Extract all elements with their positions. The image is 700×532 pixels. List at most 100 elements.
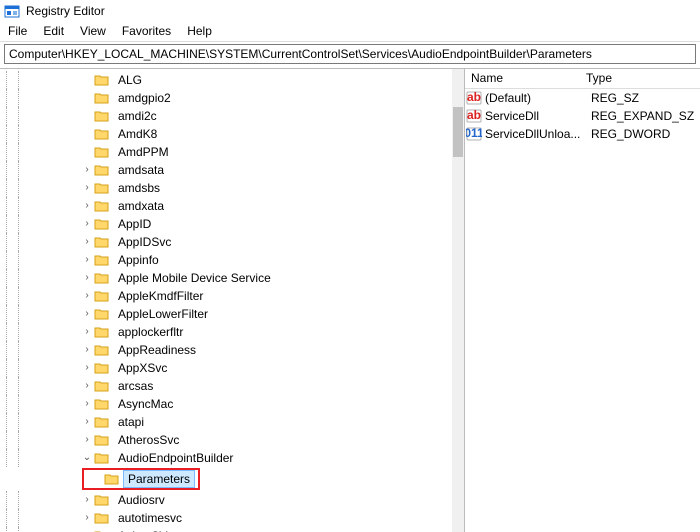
tree-item-label[interactable]: applockerfltr xyxy=(114,324,187,340)
tree-item[interactable]: ›AxInstSV xyxy=(0,527,452,532)
scroll-thumb[interactable] xyxy=(453,107,463,157)
tree-item-label[interactable]: AxInstSV xyxy=(114,528,171,532)
tree-item[interactable]: › AppReadiness xyxy=(0,341,452,359)
tree-guideline xyxy=(12,377,24,395)
tree-item-label[interactable]: amdxata xyxy=(114,198,168,214)
tree-item[interactable]: › amdxata xyxy=(0,197,452,215)
folder-icon xyxy=(94,90,110,106)
tree-item-label[interactable]: AppleLowerFilter xyxy=(114,306,212,322)
tree-item-label[interactable]: atapi xyxy=(114,414,148,430)
tree-item[interactable]: ⌄ AudioEndpointBuilder xyxy=(0,449,452,467)
tree-item[interactable]: › Audiosrv xyxy=(0,491,452,509)
tree-item[interactable]: › AppXSvc xyxy=(0,359,452,377)
tree-item[interactable]: › arcsas xyxy=(0,377,452,395)
tree-item[interactable]: amdgpio2 xyxy=(0,89,452,107)
chevron-right-icon[interactable]: › xyxy=(80,381,94,391)
tree-guideline xyxy=(12,491,24,509)
tree-guideline xyxy=(12,143,24,161)
tree-item[interactable]: ALG xyxy=(0,71,452,89)
chevron-right-icon[interactable]: › xyxy=(80,255,94,265)
tree-item-label[interactable]: AppIDSvc xyxy=(114,234,175,250)
tree-guideline xyxy=(12,509,24,527)
tree-item[interactable]: › autotimesvc xyxy=(0,509,452,527)
tree-item-label[interactable]: AmdPPM xyxy=(114,144,173,160)
tree-item[interactable]: › Appinfo xyxy=(0,251,452,269)
folder-icon xyxy=(94,288,110,304)
tree-item-label[interactable]: Audiosrv xyxy=(114,492,169,508)
chevron-down-icon[interactable]: ⌄ xyxy=(80,453,94,463)
tree-item[interactable]: amdi2c xyxy=(0,107,452,125)
tree-item[interactable]: AmdK8 xyxy=(0,125,452,143)
folder-icon xyxy=(94,126,110,142)
chevron-right-icon[interactable]: › xyxy=(80,363,94,373)
chevron-right-icon[interactable]: › xyxy=(80,399,94,409)
tree-item-label[interactable]: AppID xyxy=(114,216,155,232)
tree-item-label[interactable]: AppReadiness xyxy=(114,342,200,358)
chevron-right-icon[interactable]: › xyxy=(80,513,94,523)
tree-item-label[interactable]: Appinfo xyxy=(114,252,163,268)
vertical-scrollbar[interactable] xyxy=(452,69,464,532)
tree-item-label[interactable]: amdi2c xyxy=(114,108,161,124)
tree-item-label[interactable]: autotimesvc xyxy=(114,510,186,526)
chevron-right-icon[interactable]: › xyxy=(80,219,94,229)
chevron-right-icon[interactable]: › xyxy=(80,417,94,427)
tree-item-label[interactable]: Parameters xyxy=(124,471,194,487)
tree-item[interactable]: › applockerfltr xyxy=(0,323,452,341)
address-bar[interactable]: Computer\HKEY_LOCAL_MACHINE\SYSTEM\Curre… xyxy=(4,44,696,64)
folder-icon xyxy=(94,270,110,286)
tree-item[interactable]: AmdPPM xyxy=(0,143,452,161)
chevron-right-icon[interactable]: › xyxy=(80,345,94,355)
tree-item[interactable]: › amdsbs xyxy=(0,179,452,197)
chevron-right-icon[interactable]: › xyxy=(80,165,94,175)
tree-item[interactable]: › Apple Mobile Device Service xyxy=(0,269,452,287)
tree-item[interactable]: › atapi xyxy=(0,413,452,431)
chevron-right-icon[interactable]: › xyxy=(80,495,94,505)
menu-file[interactable]: File xyxy=(0,22,35,41)
tree-guideline xyxy=(12,359,24,377)
chevron-right-icon[interactable]: › xyxy=(80,435,94,445)
tree-item-label[interactable]: ALG xyxy=(114,72,146,88)
tree-item[interactable]: › AppleKmdfFilter xyxy=(0,287,452,305)
column-type[interactable]: Type xyxy=(580,69,700,88)
tree-item[interactable]: › AppleLowerFilter xyxy=(0,305,452,323)
value-list: ab(Default)REG_SZabServiceDllREG_EXPAND_… xyxy=(465,89,700,143)
tree-guideline xyxy=(12,233,24,251)
svg-text:ab: ab xyxy=(467,90,481,104)
tree-item[interactable]: › AppIDSvc xyxy=(0,233,452,251)
folder-icon xyxy=(94,492,110,508)
tree-item[interactable]: › amdsata xyxy=(0,161,452,179)
value-row[interactable]: 011ServiceDllUnloa...REG_DWORD xyxy=(465,125,700,143)
chevron-right-icon[interactable]: › xyxy=(80,201,94,211)
column-name[interactable]: Name xyxy=(465,69,580,88)
registry-tree[interactable]: ALG amdgpio2 amdi2c AmdK8 AmdPPM › amdsata › amd… xyxy=(0,69,452,532)
tree-item-label[interactable]: Apple Mobile Device Service xyxy=(114,270,275,286)
tree-item-label[interactable]: amdsbs xyxy=(114,180,164,196)
tree-item-label[interactable]: amdsata xyxy=(114,162,168,178)
value-row[interactable]: abServiceDllREG_EXPAND_SZ xyxy=(465,107,700,125)
tree-item-label[interactable]: AsyncMac xyxy=(114,396,177,412)
tree-guideline xyxy=(0,449,12,467)
chevron-right-icon[interactable]: › xyxy=(80,309,94,319)
tree-item[interactable]: › AtherosSvc xyxy=(0,431,452,449)
tree-item-label[interactable]: AmdK8 xyxy=(114,126,161,142)
tree-item[interactable]: Parameters xyxy=(84,470,198,488)
tree-item[interactable]: › AppID xyxy=(0,215,452,233)
tree-item-label[interactable]: arcsas xyxy=(114,378,157,394)
chevron-right-icon[interactable]: › xyxy=(80,327,94,337)
menu-favorites[interactable]: Favorites xyxy=(114,22,179,41)
tree-item-label[interactable]: amdgpio2 xyxy=(114,90,175,106)
chevron-right-icon[interactable]: › xyxy=(80,273,94,283)
tree-item-label[interactable]: AppleKmdfFilter xyxy=(114,288,207,304)
tree-item-label[interactable]: AtherosSvc xyxy=(114,432,183,448)
chevron-right-icon[interactable]: › xyxy=(80,183,94,193)
chevron-right-icon[interactable]: › xyxy=(80,291,94,301)
tree-guideline xyxy=(12,251,24,269)
value-row[interactable]: ab(Default)REG_SZ xyxy=(465,89,700,107)
tree-item[interactable]: › AsyncMac xyxy=(0,395,452,413)
menu-help[interactable]: Help xyxy=(179,22,220,41)
menu-edit[interactable]: Edit xyxy=(35,22,72,41)
tree-item-label[interactable]: AppXSvc xyxy=(114,360,171,376)
chevron-right-icon[interactable]: › xyxy=(80,237,94,247)
tree-item-label[interactable]: AudioEndpointBuilder xyxy=(114,450,237,466)
menu-view[interactable]: View xyxy=(72,22,114,41)
